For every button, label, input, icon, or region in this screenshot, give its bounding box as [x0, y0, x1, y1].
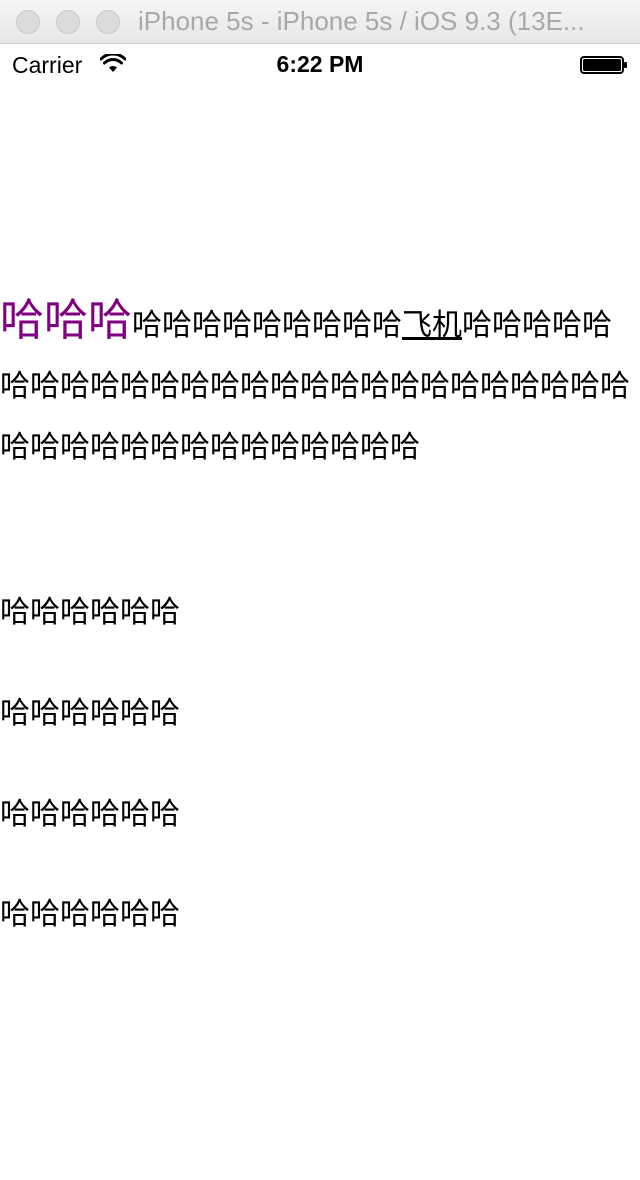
status-bar: Carrier 6:22 PM — [0, 44, 640, 86]
minimize-window-button[interactable] — [56, 10, 80, 34]
paragraph-text: 哈哈哈哈哈哈哈哈哈 — [132, 308, 402, 343]
highlighted-text: 哈哈哈 — [0, 295, 132, 346]
battery-icon — [580, 56, 627, 74]
zoom-window-button[interactable] — [96, 10, 120, 34]
underlined-link[interactable]: 飞机 — [402, 308, 462, 343]
simulator-title-bar: iPhone 5s - iPhone 5s / iOS 9.3 (13E... — [0, 0, 640, 44]
simulator-window-title: iPhone 5s - iPhone 5s / iOS 9.3 (13E... — [138, 6, 585, 36]
status-time: 6:22 PM — [276, 51, 364, 77]
text-line-4: 哈哈哈哈哈哈 — [0, 898, 180, 931]
text-line-1: 哈哈哈哈哈哈 — [0, 596, 180, 629]
attributed-paragraph: 哈哈哈哈哈哈哈哈哈哈哈哈飞机哈哈哈哈哈哈哈哈哈哈哈哈哈哈哈哈哈哈哈哈哈哈哈哈哈哈… — [0, 290, 634, 478]
close-window-button[interactable] — [16, 10, 40, 34]
text-content: 哈哈哈哈哈哈哈哈哈哈哈哈飞机哈哈哈哈哈哈哈哈哈哈哈哈哈哈哈哈哈哈哈哈哈哈哈哈哈哈… — [0, 290, 634, 478]
text-line-2: 哈哈哈哈哈哈 — [0, 697, 180, 730]
text-line-3: 哈哈哈哈哈哈 — [0, 798, 180, 831]
